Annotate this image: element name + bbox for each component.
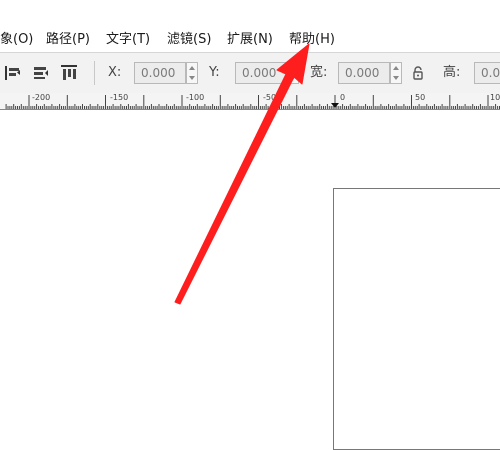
- toolbar-separator: [94, 61, 95, 85]
- menu-text[interactable]: 文字(T): [106, 30, 150, 50]
- y-input[interactable]: 0.000: [235, 62, 287, 84]
- ruler-label: 100: [490, 93, 500, 102]
- ruler-label: 50: [415, 93, 426, 102]
- tool-controls-bar: X: 0.000 Y: 0.000 宽: 0.000 高: 0.00: [0, 52, 500, 93]
- lock-ratio-icon[interactable]: [411, 65, 425, 81]
- menu-filters[interactable]: 滤镜(S): [167, 30, 211, 50]
- align-left-icon[interactable]: [4, 64, 22, 82]
- height-input[interactable]: 0.00: [474, 62, 500, 84]
- ruler-origin-marker: [331, 103, 339, 108]
- height-label: 高:: [443, 65, 461, 80]
- width-input[interactable]: 0.000: [338, 62, 390, 84]
- align-top-icon[interactable]: [60, 64, 78, 82]
- menu-bar: 象(O) 路径(P) 文字(T) 滤镜(S) 扩展(N) 帮助(H): [0, 0, 500, 52]
- horizontal-ruler: -200 -150 -100 -50 0 50 100: [0, 93, 500, 110]
- x-label: X:: [108, 65, 122, 80]
- width-label: 宽:: [310, 65, 328, 80]
- menu-path[interactable]: 路径(P): [46, 30, 90, 50]
- ruler-label: -200: [32, 93, 51, 102]
- menu-help[interactable]: 帮助(H): [289, 30, 335, 50]
- y-spinner[interactable]: [287, 62, 299, 84]
- ruler-label: -50: [263, 93, 277, 102]
- ruler-label: -150: [110, 93, 129, 102]
- drawing-canvas[interactable]: [0, 110, 500, 450]
- width-spinner[interactable]: [390, 62, 402, 84]
- y-label: Y:: [209, 65, 220, 80]
- menu-extensions[interactable]: 扩展(N): [227, 30, 273, 50]
- ruler-label: -100: [186, 93, 205, 102]
- x-input[interactable]: 0.000: [134, 62, 186, 84]
- ruler-label: 0: [340, 93, 346, 102]
- page-border: [333, 188, 500, 450]
- menu-object[interactable]: 象(O): [0, 30, 33, 50]
- x-spinner[interactable]: [186, 62, 198, 84]
- align-center-icon[interactable]: [32, 64, 50, 82]
